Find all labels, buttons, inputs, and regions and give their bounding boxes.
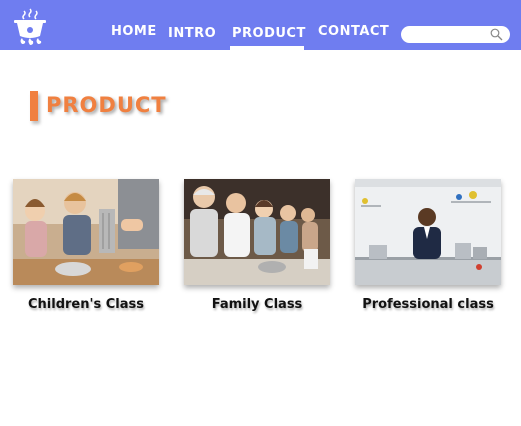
product-card-professional[interactable]: Professional class	[355, 179, 501, 312]
section-title-accent-bar	[30, 91, 38, 121]
nav-product[interactable]: PRODUCT	[232, 26, 306, 48]
top-navbar: HOME INTRO PRODUCT CONTACT	[0, 0, 521, 50]
product-caption-professional[interactable]: Professional class	[355, 297, 501, 312]
search-box	[401, 26, 510, 43]
product-caption-children[interactable]: Children's Class	[13, 297, 159, 312]
section-title: PRODUCT	[46, 93, 167, 117]
family-cooking-photo	[184, 179, 330, 285]
nav-home[interactable]: HOME	[111, 24, 157, 46]
cooking-pot-logo-icon[interactable]	[10, 8, 50, 48]
product-card-children[interactable]: Children's Class	[13, 179, 159, 312]
children-cooking-photo	[13, 179, 159, 285]
product-caption-family[interactable]: Family Class	[184, 297, 330, 312]
search-input[interactable]	[409, 27, 489, 42]
nav-contact[interactable]: CONTACT	[318, 24, 389, 46]
nav-active-indicator	[230, 46, 304, 50]
search-icon[interactable]	[490, 28, 503, 41]
product-card-family[interactable]: Family Class	[184, 179, 330, 312]
chef-kitchen-photo	[355, 179, 501, 285]
nav-intro[interactable]: INTRO	[168, 26, 216, 48]
